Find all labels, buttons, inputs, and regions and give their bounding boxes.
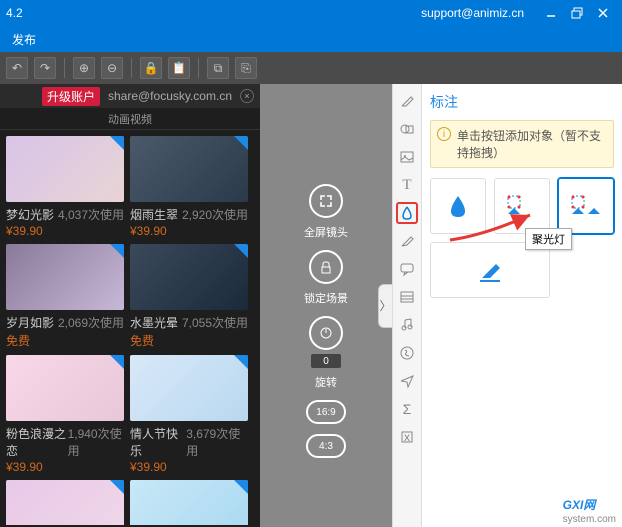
form-icon[interactable] xyxy=(396,286,418,308)
drop-tool[interactable] xyxy=(430,178,486,234)
spotlight-tool-selected[interactable] xyxy=(558,178,614,234)
ratio-43-button[interactable]: 4:3 xyxy=(306,434,346,458)
redo-button[interactable]: ↷ xyxy=(34,57,56,79)
separator xyxy=(198,58,199,78)
gallery-tab[interactable]: 动画视频 xyxy=(0,108,260,130)
paste-button[interactable]: ⎘ xyxy=(235,57,257,79)
template-card[interactable] xyxy=(6,480,124,525)
tooltip: 聚光灯 xyxy=(525,228,572,250)
callout-icon[interactable] xyxy=(396,258,418,280)
separator xyxy=(131,58,132,78)
rotate-button[interactable] xyxy=(309,316,343,350)
panel-title: 标注 xyxy=(430,92,614,112)
text-icon[interactable]: T xyxy=(396,174,418,196)
undo-button[interactable]: ↶ xyxy=(6,57,28,79)
annotation-tools xyxy=(430,178,614,298)
template-card[interactable]: 烟雨生翠2,920次使用¥39.90 xyxy=(130,136,248,238)
canvas-controls: 全屏镜头 锁定场景 0 旋转 16:9 4:3 xyxy=(304,184,348,458)
template-card[interactable]: 岁月如影2,069次使用免费 xyxy=(6,244,124,349)
separator xyxy=(64,58,65,78)
rotate-value: 0 xyxy=(311,354,341,368)
pencil-icon[interactable] xyxy=(396,90,418,112)
restore-button[interactable] xyxy=(564,0,590,26)
lock-scene-label: 锁定场景 xyxy=(304,290,348,306)
plane-icon[interactable] xyxy=(396,370,418,392)
gallery-grid: 梦幻光影4,037次使用¥39.90 烟雨生翠2,920次使用¥39.90 岁月… xyxy=(0,130,260,525)
template-gallery: 升级账户 share@focusky.com.cn × 动画视频 梦幻光影4,0… xyxy=(0,84,260,527)
rotate-label: 旋转 xyxy=(315,374,337,390)
main-area: 升级账户 share@focusky.com.cn × 动画视频 梦幻光影4,0… xyxy=(0,84,622,527)
annotation-panel: 标注 i 单击按钮添加对象（暂不支持拖拽） xyxy=(422,84,622,527)
app-version: 4.2 xyxy=(6,6,23,20)
effect-icon[interactable] xyxy=(396,202,418,224)
formula-icon[interactable]: Σ xyxy=(396,398,418,420)
zoom-out-button[interactable]: ⊖ xyxy=(101,57,123,79)
hint-box: i 单击按钮添加对象（暂不支持拖拽） xyxy=(430,120,614,168)
tool-column: T Σ x xyxy=(392,84,422,527)
expand-panel-button[interactable]: 〉 xyxy=(378,284,392,328)
spotlight-tool[interactable] xyxy=(494,178,550,234)
gallery-close-icon[interactable]: × xyxy=(240,89,254,103)
marker-tool[interactable] xyxy=(430,242,550,298)
share-url: share@focusky.com.cn xyxy=(108,89,232,103)
copy-button[interactable]: ⧉ xyxy=(207,57,229,79)
template-card[interactable] xyxy=(130,480,248,525)
template-card[interactable]: 梦幻光影4,037次使用¥39.90 xyxy=(6,136,124,238)
titlebar: 4.2 support@animiz.cn xyxy=(0,0,622,26)
template-card[interactable]: 粉色浪漫之恋1,940次使用¥39.90 xyxy=(6,355,124,474)
variable-icon[interactable]: x xyxy=(396,426,418,448)
watermark-sub: system.com xyxy=(563,514,616,525)
ratio-169-button[interactable]: 16:9 xyxy=(306,400,346,424)
watermark-brand: GXI网 xyxy=(563,498,596,512)
clipboard-button[interactable]: 📋 xyxy=(168,57,190,79)
support-email: support@animiz.cn xyxy=(421,6,524,20)
template-card[interactable]: 情人节快乐3,679次使用¥39.90 xyxy=(130,355,248,474)
toolbar: ↶ ↷ ⊕ ⊖ 🔒 📋 ⧉ ⎘ xyxy=(0,52,622,84)
gallery-header: 升级账户 share@focusky.com.cn × xyxy=(0,84,260,108)
music-icon[interactable] xyxy=(396,314,418,336)
fullscreen-label: 全屏镜头 xyxy=(304,224,348,240)
lock-scene-button[interactable] xyxy=(309,250,343,284)
fullscreen-button[interactable] xyxy=(309,184,343,218)
swf-icon[interactable] xyxy=(396,342,418,364)
hint-text: 单击按钮添加对象（暂不支持拖拽） xyxy=(457,127,607,161)
publish-menu[interactable]: 发布 xyxy=(12,31,36,48)
watermark: GXI网 system.com xyxy=(563,496,616,525)
canvas-area[interactable]: 全屏镜头 锁定场景 0 旋转 16:9 4:3 〉 xyxy=(260,84,392,527)
close-button[interactable] xyxy=(590,0,616,26)
menubar: 发布 xyxy=(0,26,622,52)
template-card[interactable]: 水墨光晕7,055次使用免费 xyxy=(130,244,248,349)
highlighter-icon[interactable] xyxy=(396,230,418,252)
image-icon[interactable] xyxy=(396,146,418,168)
svg-text:x: x xyxy=(404,430,410,444)
info-icon: i xyxy=(437,127,451,141)
shape-icon[interactable] xyxy=(396,118,418,140)
minimize-button[interactable] xyxy=(538,0,564,26)
lock-button[interactable]: 🔒 xyxy=(140,57,162,79)
upgrade-badge[interactable]: 升级账户 xyxy=(42,87,100,106)
zoom-in-button[interactable]: ⊕ xyxy=(73,57,95,79)
